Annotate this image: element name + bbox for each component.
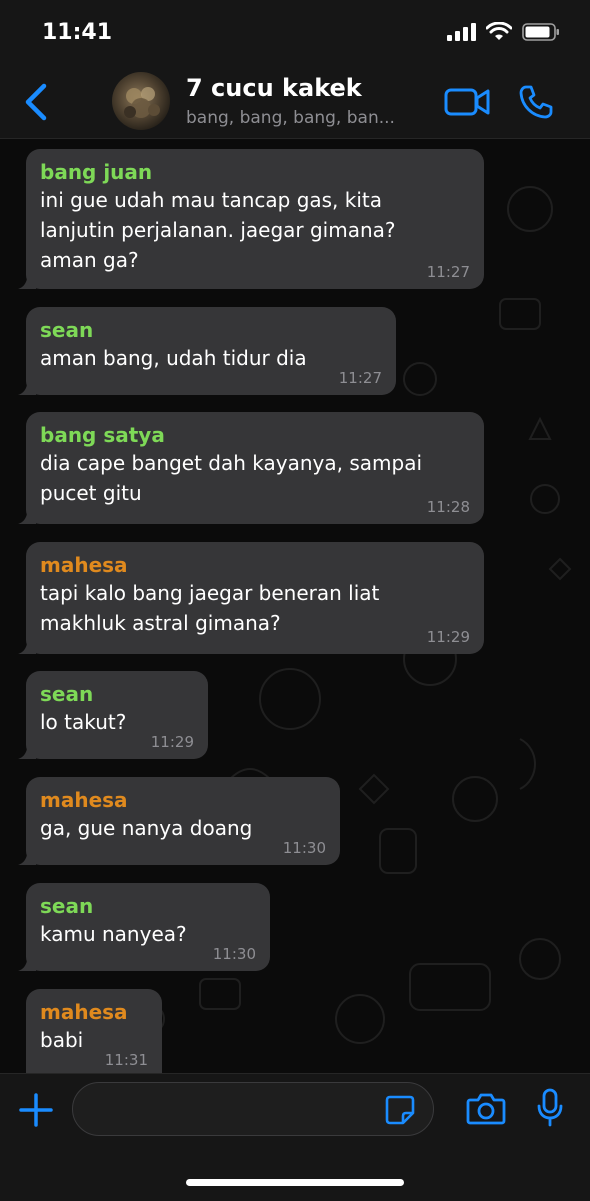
message-time: 11:28 bbox=[426, 498, 470, 516]
message-time: 11:30 bbox=[212, 945, 256, 963]
sender-name: mahesa bbox=[40, 1000, 128, 1024]
sender-name: sean bbox=[40, 682, 94, 706]
sender-name: sean bbox=[40, 894, 94, 918]
message-bubble[interactable]: mahesa ga, gue nanya doang 11:30 bbox=[18, 777, 340, 865]
chat-header: 7 cucu kakek bang, bang, bang, ban... bbox=[0, 64, 590, 139]
sticker-icon[interactable] bbox=[384, 1094, 416, 1126]
group-avatar[interactable] bbox=[112, 72, 170, 130]
message-bubble[interactable]: mahesa tapi kalo bang jaegar beneran lia… bbox=[18, 542, 484, 654]
video-call-icon[interactable] bbox=[444, 86, 490, 118]
message-bubble[interactable]: bang juan ini gue udah mau tancap gas, k… bbox=[18, 149, 484, 289]
chevron-left-icon[interactable] bbox=[22, 82, 52, 122]
message-input[interactable] bbox=[72, 1082, 434, 1136]
message-bubble[interactable]: sean kamu nanyea? 11:30 bbox=[18, 883, 270, 971]
avatar-image bbox=[124, 87, 160, 118]
status-icons bbox=[446, 22, 560, 42]
sender-name: mahesa bbox=[40, 553, 128, 577]
bubble-tail bbox=[18, 273, 36, 289]
bubble-tail bbox=[18, 849, 36, 865]
message-text: dia cape banget dah kayanya, sampai puce… bbox=[40, 451, 423, 505]
message-time: 11:29 bbox=[426, 628, 470, 646]
message-time: 11:30 bbox=[282, 839, 326, 857]
message-text: tapi kalo bang jaegar beneran liat makhl… bbox=[40, 581, 380, 635]
bubble-tail bbox=[18, 508, 36, 524]
sender-name: sean bbox=[40, 318, 94, 342]
wifi-icon bbox=[486, 22, 512, 40]
message-bubble[interactable]: mahesa babi 11:31 bbox=[26, 989, 162, 1073]
status-bar: 11:41 bbox=[0, 0, 590, 64]
bubble-tail bbox=[18, 743, 36, 759]
camera-icon[interactable] bbox=[466, 1090, 506, 1126]
message-time: 11:27 bbox=[338, 369, 382, 387]
microphone-icon[interactable] bbox=[536, 1088, 564, 1128]
chat-subtitle[interactable]: bang, bang, bang, ban... bbox=[186, 108, 395, 128]
home-indicator[interactable] bbox=[186, 1179, 404, 1186]
message-time: 11:31 bbox=[104, 1051, 148, 1069]
phone-icon[interactable] bbox=[518, 84, 554, 120]
message-time: 11:29 bbox=[150, 733, 194, 751]
battery-icon bbox=[522, 23, 559, 41]
message-text: aman bang, udah tidur dia bbox=[40, 346, 307, 370]
message-bubble[interactable]: sean aman bang, udah tidur dia 11:27 bbox=[18, 307, 396, 395]
signal-icon bbox=[447, 23, 476, 41]
sender-name: bang satya bbox=[40, 423, 165, 447]
message-bubble[interactable]: bang satya dia cape banget dah kayanya, … bbox=[18, 412, 484, 524]
message-bubble[interactable]: sean lo takut? 11:29 bbox=[18, 671, 208, 759]
bubble-tail bbox=[18, 955, 36, 971]
status-time: 11:41 bbox=[42, 20, 113, 45]
bubble-tail bbox=[18, 379, 36, 395]
bubble-tail bbox=[18, 638, 36, 654]
message-text: ini gue udah mau tancap gas, kita lanjut… bbox=[40, 188, 396, 272]
input-bar bbox=[0, 1073, 590, 1201]
chat-title[interactable]: 7 cucu kakek bbox=[186, 74, 362, 102]
sender-name: bang juan bbox=[40, 160, 153, 184]
sender-name: mahesa bbox=[40, 788, 128, 812]
plus-icon[interactable] bbox=[18, 1092, 54, 1128]
message-time: 11:27 bbox=[426, 263, 470, 281]
chat-area[interactable]: bang juan ini gue udah mau tancap gas, k… bbox=[0, 139, 590, 1073]
